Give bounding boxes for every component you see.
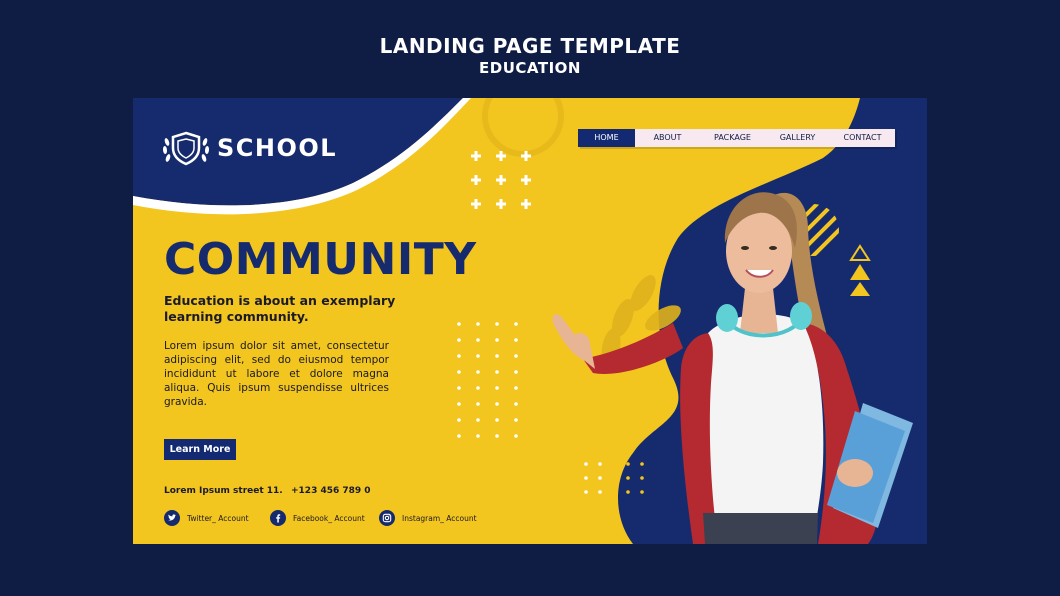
decor-dot xyxy=(495,354,499,358)
decor-dot xyxy=(514,402,518,406)
decor-dot xyxy=(457,338,461,342)
school-logo[interactable]: SCHOOL xyxy=(161,128,337,168)
decor-dot xyxy=(457,386,461,390)
decor-dot xyxy=(457,402,461,406)
top-nav: HOME ABOUT PACKAGE GALLERY CONTACT xyxy=(578,129,895,147)
dot-grid-center xyxy=(457,322,518,438)
social-facebook[interactable]: Facebook_ Account xyxy=(270,510,365,526)
student-photo xyxy=(552,192,913,544)
decor-dot xyxy=(457,354,461,358)
hero-body: Lorem ipsum dolor sit amet, consectetur … xyxy=(164,340,389,408)
decor-dot xyxy=(476,402,480,406)
decor-dot xyxy=(476,370,480,374)
decor-dot xyxy=(514,386,518,390)
nav-item-package[interactable]: PACKAGE xyxy=(700,129,765,147)
hero-subhead: Education is about an exemplary learning… xyxy=(164,293,396,324)
social-twitter[interactable]: Twitter_ Account xyxy=(164,510,249,526)
contact-address: Lorem Ipsum street 11. xyxy=(164,486,283,496)
page-header: LANDING PAGE TEMPLATE EDUCATION xyxy=(0,34,1060,77)
decor-dot xyxy=(476,386,480,390)
decor-dot xyxy=(476,434,480,438)
flannel-arm xyxy=(583,323,683,374)
facebook-icon xyxy=(270,510,286,526)
social-instagram[interactable]: Instagram_ Account xyxy=(379,510,477,526)
decor-dot xyxy=(514,370,518,374)
hero-headline: COMMUNITY xyxy=(164,234,477,285)
nav-item-home[interactable]: HOME xyxy=(578,129,635,147)
neck xyxy=(740,288,778,333)
decor-dot xyxy=(495,338,499,342)
nav-item-about[interactable]: ABOUT xyxy=(635,129,700,147)
contact-info: Lorem Ipsum street 11. +123 456 789 0 xyxy=(164,486,371,496)
decor-dot xyxy=(476,354,480,358)
contact-phone: +123 456 789 0 xyxy=(291,486,371,496)
book-hand xyxy=(837,459,873,487)
decor-dot xyxy=(457,418,461,422)
plus-grid xyxy=(471,151,531,209)
page-subtitle: EDUCATION xyxy=(479,59,581,77)
decor-dot xyxy=(457,434,461,438)
nav-item-gallery[interactable]: GALLERY xyxy=(765,129,830,147)
decor-dot xyxy=(514,434,518,438)
white-shirt xyxy=(696,314,824,544)
decor-dot xyxy=(457,322,461,326)
decor-dot xyxy=(514,338,518,342)
decor-dot xyxy=(495,386,499,390)
decor-dot xyxy=(476,338,480,342)
decor-dot xyxy=(495,434,499,438)
decor-dot xyxy=(495,370,499,374)
decor-dot xyxy=(514,418,518,422)
decor-dot xyxy=(457,370,461,374)
decor-ring xyxy=(482,98,564,157)
twitter-icon xyxy=(164,510,180,526)
shield-laurel-icon xyxy=(162,131,210,166)
decor-dot xyxy=(476,322,480,326)
page-title: LANDING PAGE TEMPLATE xyxy=(379,34,681,58)
twitter-label: Twitter_ Account xyxy=(187,513,249,523)
pointing-hand xyxy=(552,314,595,369)
instagram-label: Instagram_ Account xyxy=(402,513,477,523)
decor-dot xyxy=(495,418,499,422)
decor-dot xyxy=(495,402,499,406)
decor-dot xyxy=(514,354,518,358)
school-name: SCHOOL xyxy=(217,134,338,162)
learn-more-button[interactable]: Learn More xyxy=(164,439,236,460)
instagram-icon xyxy=(379,510,395,526)
decor-dot xyxy=(495,322,499,326)
landing-card: SCHOOL HOME ABOUT PACKAGE GALLERY CONTAC… xyxy=(133,98,927,544)
decor-dot xyxy=(476,418,480,422)
nav-item-contact[interactable]: CONTACT xyxy=(830,129,895,147)
jeans xyxy=(703,513,818,544)
decor-dot xyxy=(514,322,518,326)
facebook-label: Facebook_ Account xyxy=(293,513,365,523)
